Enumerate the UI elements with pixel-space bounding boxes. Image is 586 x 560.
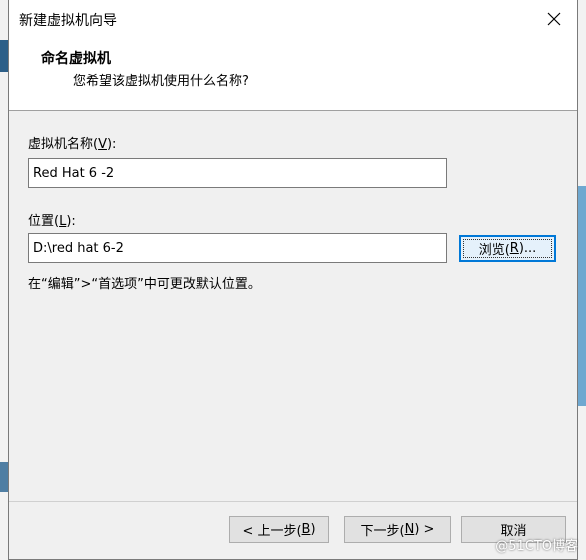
- title-bar[interactable]: 新建虚拟机向导: [9, 0, 577, 38]
- page-title: 命名虚拟机: [41, 51, 111, 67]
- vm-name-input[interactable]: [28, 158, 447, 188]
- page-subtitle: 您希望该虚拟机使用什么名称?: [73, 74, 249, 89]
- wizard-footer: < 上一步(B) 下一步(N) > 取消: [9, 501, 577, 559]
- new-vm-wizard-dialog: 新建虚拟机向导 命名虚拟机 您希望该虚拟机使用什么名称? 虚拟机名称(V): 位…: [8, 0, 578, 560]
- location-hint: 在“编辑”>“首选项”中可更改默认位置。: [28, 277, 261, 292]
- window-title: 新建虚拟机向导: [19, 13, 117, 29]
- location-input[interactable]: [28, 233, 447, 263]
- wizard-header: 命名虚拟机 您希望该虚拟机使用什么名称?: [9, 38, 577, 111]
- back-button[interactable]: < 上一步(B): [229, 516, 329, 543]
- wizard-content: 虚拟机名称(V): 位置(L): 浏览(R)... 在“编辑”>“首选项”中可更…: [9, 111, 577, 503]
- location-label: 位置(L):: [28, 214, 76, 229]
- watermark: @51CTO博客: [495, 539, 578, 554]
- close-icon: [547, 12, 561, 26]
- browse-button[interactable]: 浏览(R)...: [459, 235, 556, 262]
- next-button[interactable]: 下一步(N) >: [344, 516, 451, 543]
- close-button[interactable]: [537, 4, 571, 34]
- vm-name-label: 虚拟机名称(V):: [28, 137, 117, 152]
